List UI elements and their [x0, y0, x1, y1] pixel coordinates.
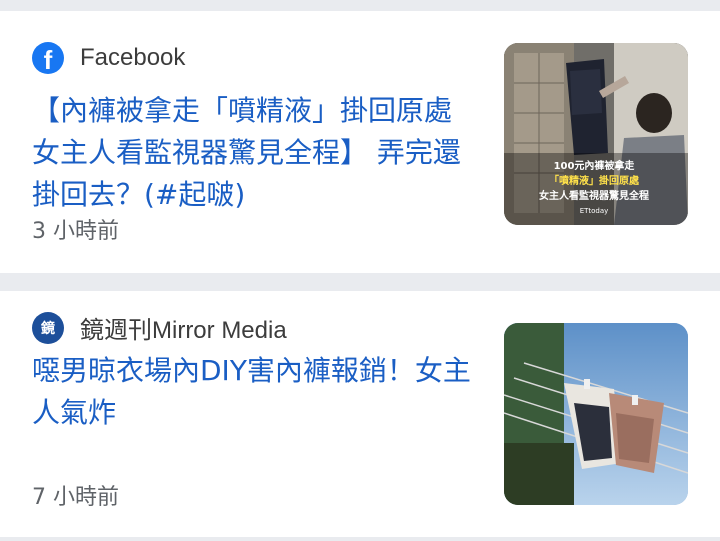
thumbnail-caption-line-2: 「噴精液」掛回原處: [549, 174, 640, 187]
article-headline[interactable]: 【內褲被拿走「噴精液」掛回原處 女主人看監視器驚見全程】 弄完還掛回去？(#起啵…: [32, 90, 472, 216]
article-thumbnail[interactable]: [504, 323, 688, 505]
source-name: 鏡週刊Mirror Media: [80, 317, 287, 344]
thumbnail-watermark: ETtoday: [580, 207, 609, 215]
article-source: 鏡 鏡週刊Mirror Media: [32, 310, 287, 345]
article-card[interactable]: f Facebook 【內褲被拿走「噴精液」掛回原處 女主人看監視器驚見全程】 …: [0, 11, 720, 273]
thumbnail-caption-line-1: 100元內褲被拿走: [554, 159, 636, 172]
article-timestamp: 3 小時前: [32, 219, 119, 244]
news-feed: f Facebook 【內褲被拿走「噴精液」掛回原處 女主人看監視器驚見全程】 …: [0, 0, 720, 541]
article-headline[interactable]: 噁男晾衣場內DIY害內褲報銷！女主人氣炸: [32, 350, 472, 434]
article-timestamp: 7 小時前: [32, 485, 119, 510]
article-card[interactable]: 鏡 鏡週刊Mirror Media 噁男晾衣場內DIY害內褲報銷！女主人氣炸 7…: [0, 291, 720, 537]
source-name: Facebook: [80, 44, 186, 71]
thumbnail-caption-line-3: 女主人看監視器驚見全程: [539, 189, 649, 202]
article-source: f Facebook: [32, 42, 186, 75]
article-thumbnail[interactable]: 100元內褲被拿走 「噴精液」掛回原處 女主人看監視器驚見全程 ETtoday: [504, 43, 688, 225]
mirror-media-icon: 鏡: [32, 311, 64, 344]
facebook-icon: f: [32, 42, 64, 75]
thumbnail-image: [504, 323, 688, 505]
thumbnail-image: 100元內褲被拿走 「噴精液」掛回原處 女主人看監視器驚見全程 ETtoday: [504, 43, 688, 225]
